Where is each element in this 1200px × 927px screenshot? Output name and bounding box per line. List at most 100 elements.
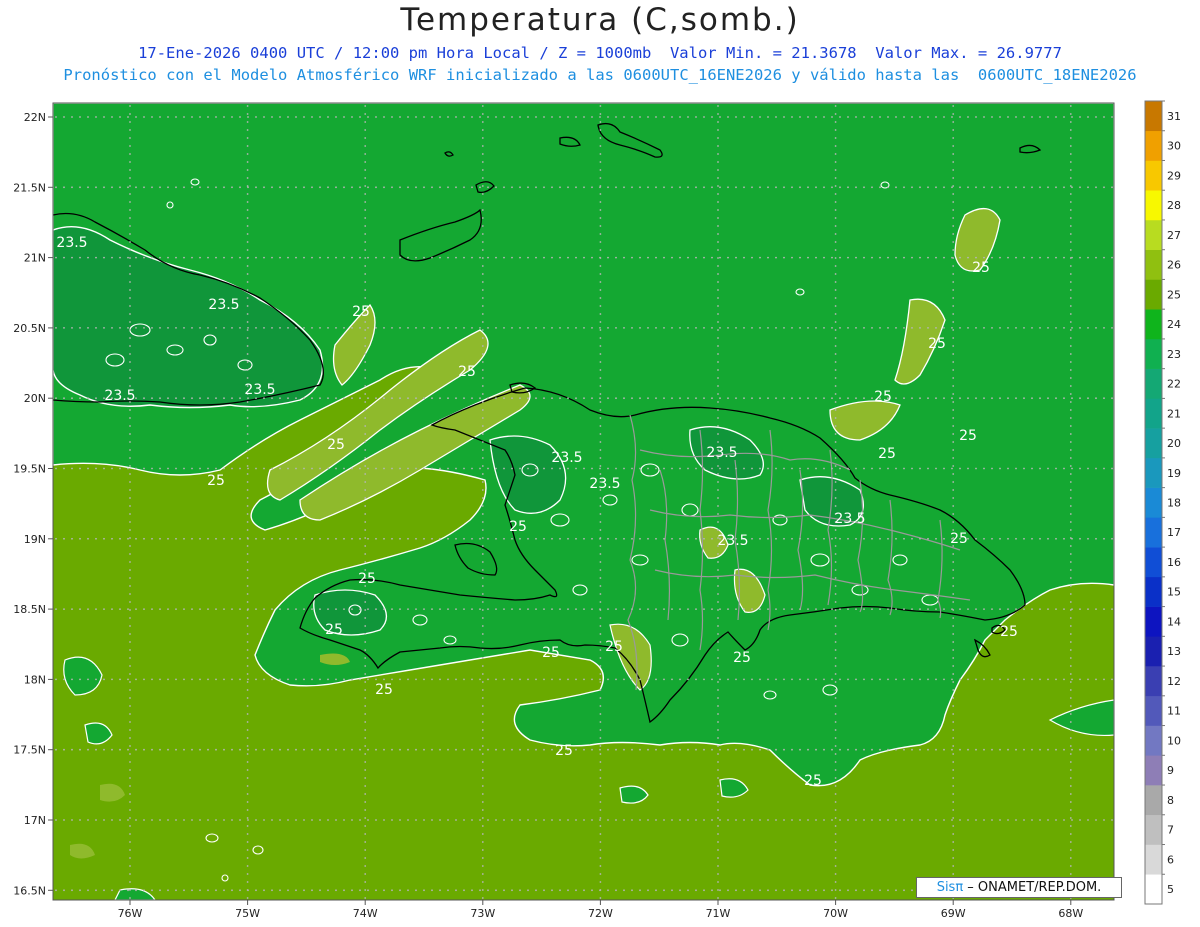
colorbar-swatch: [1145, 636, 1162, 667]
contour-label: 25: [555, 743, 573, 759]
colorbar-label: 15: [1167, 586, 1181, 599]
colorbar-label: 30: [1167, 140, 1181, 153]
colorbar-swatch: [1145, 130, 1162, 161]
credit-text: – ONAMET/REP.DOM.: [963, 880, 1102, 895]
colorbar-label: 5: [1167, 883, 1174, 896]
contour-label: 25: [375, 682, 393, 698]
longitude-labels: 76W 75W 74W 73W 72W 71W 70W 69W 68W: [118, 907, 1084, 920]
colorbar-label: 10: [1167, 734, 1181, 747]
colorbar-swatch: [1145, 338, 1162, 369]
contour-label: 23.5: [56, 235, 87, 251]
colorbar-swatch: [1145, 666, 1162, 697]
colorbar-swatch: [1145, 517, 1162, 548]
colorbar-swatch: [1145, 606, 1162, 637]
colorbar-label: 18: [1167, 497, 1181, 510]
colorbar-swatch: [1145, 755, 1162, 786]
contour-label: 25: [207, 473, 225, 489]
colorbar-label: 16: [1167, 556, 1181, 569]
colorbar-label: 22: [1167, 378, 1181, 391]
contour-label: 25: [950, 531, 968, 547]
contour-label: 25: [325, 622, 343, 638]
credit-box: Sisπ – ONAMET/REP.DOM.: [916, 877, 1122, 898]
contour-label: 23.5: [104, 388, 135, 404]
lat-label: 20N: [24, 392, 46, 405]
colorbar-label: 26: [1167, 259, 1181, 272]
colorbar-swatch: [1145, 844, 1162, 875]
contour-label: 25: [358, 571, 376, 587]
contour-label: 25: [458, 364, 476, 380]
contour-label: 25: [352, 304, 370, 320]
colorbar-label: 25: [1167, 288, 1181, 301]
lon-label: 69W: [941, 907, 966, 920]
colorbar-label: 14: [1167, 615, 1181, 628]
colorbar-label: 7: [1167, 824, 1174, 837]
lon-label: 75W: [235, 907, 260, 920]
colorbar-swatch: [1145, 101, 1162, 132]
colorbar-label: 8: [1167, 794, 1174, 807]
colorbar-label: 20: [1167, 437, 1181, 450]
colorbar-label: 21: [1167, 407, 1181, 420]
colorbar-label: 24: [1167, 318, 1181, 331]
lat-label: 21.5N: [13, 181, 46, 194]
colorbar-label: 29: [1167, 169, 1181, 182]
colorbar-swatch: [1145, 368, 1162, 399]
lat-label: 22N: [24, 111, 46, 124]
colorbar-swatch: [1145, 160, 1162, 191]
latitude-labels: 22N 21.5N 21N 20.5N 20N 19.5N 19N 18.5N 18N 17.5N…: [13, 111, 46, 897]
contour-label: 23.5: [208, 297, 239, 313]
contour-label: 23.5: [834, 511, 865, 527]
colorbar-label: 23: [1167, 348, 1181, 361]
colorbar-swatch: [1145, 309, 1162, 340]
lat-label: 20.5N: [13, 322, 46, 335]
colorbar: 5 6 7 8 9 10 11 12 13 14 15 16 17 18 19 20 21 22 23 24 25 26 2…: [1144, 100, 1181, 905]
lat-label: 16.5N: [13, 884, 46, 897]
contour-label: 25: [733, 650, 751, 666]
colorbar-swatch: [1145, 874, 1162, 905]
colorbar-swatch: [1145, 725, 1162, 756]
contour-label: 25: [509, 519, 527, 535]
colorbar-swatch: [1145, 398, 1162, 429]
lon-label: 70W: [823, 907, 848, 920]
contour-label: 25: [605, 639, 623, 655]
colorbar-label: 31: [1167, 110, 1181, 123]
colorbar-label: 17: [1167, 526, 1181, 539]
colorbar-swatch: [1145, 487, 1162, 518]
lat-label: 21N: [24, 252, 46, 265]
contour-label: 23.5: [717, 533, 748, 549]
colorbar-swatch: [1145, 279, 1162, 310]
contour-label: 25: [542, 645, 560, 661]
lat-label: 19N: [24, 533, 46, 546]
contour-label: 25: [874, 389, 892, 405]
colorbar-swatch: [1145, 428, 1162, 459]
contour-label: 23.5: [589, 476, 620, 492]
colorbar-label: 6: [1167, 853, 1174, 866]
colorbar-label: 11: [1167, 705, 1181, 718]
contour-label: 25: [1000, 624, 1018, 640]
colorbar-label: 12: [1167, 675, 1181, 688]
lon-label: 71W: [706, 907, 731, 920]
contour-label: 23.5: [551, 450, 582, 466]
contour-label: 25: [959, 428, 977, 444]
colorbar-swatch: [1145, 576, 1162, 607]
credit-brand: Sisπ: [936, 880, 964, 895]
lat-label: 18.5N: [13, 603, 46, 616]
colorbar-swatch: [1145, 190, 1162, 221]
lon-label: 68W: [1058, 907, 1083, 920]
lon-label: 76W: [118, 907, 143, 920]
colorbar-swatch: [1145, 547, 1162, 578]
contour-label: 25: [804, 773, 822, 789]
colorbar-swatch: [1145, 814, 1162, 845]
temperature-map: 23.5 23.5 23.5 23.5 23.5 23.5 23.5 23.5 23.5 25 25…: [13, 100, 1181, 920]
lat-label: 19.5N: [13, 463, 46, 476]
contour-label: 25: [928, 336, 946, 352]
colorbar-label: 27: [1167, 229, 1181, 242]
colorbar-label: 9: [1167, 764, 1174, 777]
contour-label: 23.5: [706, 445, 737, 461]
colorbar-swatch: [1145, 785, 1162, 816]
contour-label: 25: [327, 437, 345, 453]
contour-label: 25: [878, 446, 896, 462]
lat-label: 17.5N: [13, 744, 46, 757]
colorbar-swatch: [1145, 695, 1162, 726]
colorbar-swatch: [1145, 219, 1162, 251]
contour-label: 23.5: [244, 382, 275, 398]
